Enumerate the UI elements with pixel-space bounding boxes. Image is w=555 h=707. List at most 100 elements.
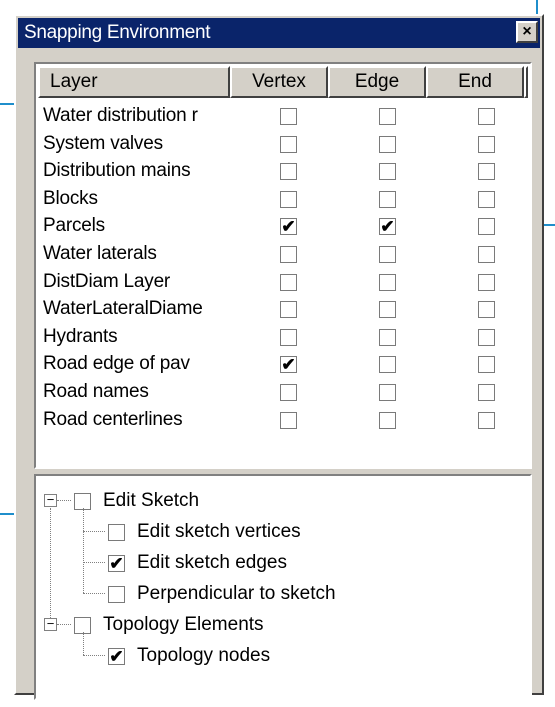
end-checkbox[interactable] xyxy=(478,190,495,208)
tree-connector xyxy=(83,531,105,532)
layer-name: Water distribution r xyxy=(43,105,198,126)
vertex-checkbox[interactable]: ✔ xyxy=(280,218,297,236)
tree-connector xyxy=(83,655,105,656)
vertex-checkbox[interactable] xyxy=(280,108,297,125)
end-checkbox[interactable] xyxy=(478,218,495,236)
table-row: WaterLateralDiame xyxy=(36,297,530,325)
layer-name: Water laterals xyxy=(43,242,157,264)
layer-name: Road edge of pav xyxy=(43,353,190,375)
end-checkbox[interactable] xyxy=(478,163,495,181)
tree-child-checkbox[interactable] xyxy=(108,585,125,603)
layer-name: DistDiam Layer xyxy=(43,270,171,292)
edge-checkbox[interactable] xyxy=(379,356,396,374)
table-row: Blocks xyxy=(36,187,530,215)
edge-checkbox[interactable] xyxy=(379,108,396,125)
table-row: Parcels ✔ ✔ xyxy=(36,214,530,242)
snapping-tree-panel: − Edit Sketch Edit sketch vertices ✔ Edit sk… xyxy=(34,474,532,700)
vertex-checkbox[interactable] xyxy=(280,328,297,346)
tree-connector xyxy=(83,593,105,594)
edge-checkbox[interactable] xyxy=(379,190,396,208)
vertex-checkbox[interactable] xyxy=(280,273,297,291)
end-checkbox[interactable] xyxy=(478,135,495,153)
tree-connector xyxy=(83,632,84,655)
tree-child-label: Edit sketch edges xyxy=(137,552,287,573)
table-row: Road edge of pav ✔ xyxy=(36,352,530,380)
tree-child-node: ✔ Topology nodes xyxy=(108,643,270,669)
end-checkbox[interactable] xyxy=(478,273,495,291)
vertex-checkbox[interactable] xyxy=(280,383,297,401)
edge-checkbox[interactable] xyxy=(379,301,396,319)
expander-toggle-icon[interactable]: − xyxy=(44,493,57,507)
edge-checkbox[interactable] xyxy=(379,411,396,429)
vertex-checkbox[interactable] xyxy=(280,301,297,319)
layer-name: Distribution mains xyxy=(43,160,191,182)
edge-checkbox[interactable] xyxy=(379,383,396,401)
tree-child-node: ✔ Edit sketch edges xyxy=(108,550,287,576)
tree-node-checkbox[interactable] xyxy=(74,492,91,510)
end-checkbox[interactable] xyxy=(478,301,495,319)
tree-node-checkbox[interactable] xyxy=(74,616,91,634)
layer-name: Blocks xyxy=(43,187,98,209)
close-icon: × xyxy=(522,23,532,40)
table-row: DistDiam Layer xyxy=(36,270,530,298)
window-title: Snapping Environment xyxy=(24,22,211,43)
tree-node: Topology Elements xyxy=(74,612,264,638)
column-header-end[interactable]: End xyxy=(426,66,524,98)
edge-checkbox[interactable] xyxy=(379,328,396,346)
edge-checkbox[interactable]: ✔ xyxy=(379,218,396,236)
end-checkbox[interactable] xyxy=(478,245,495,263)
tree-child-label: Topology nodes xyxy=(137,645,271,666)
tree-connector xyxy=(83,508,84,593)
table-row: System valves xyxy=(36,132,530,160)
tree-connector xyxy=(57,624,71,625)
column-header-filler xyxy=(524,66,528,98)
layer-name: Hydrants xyxy=(43,325,118,347)
column-header-vertex[interactable]: Vertex xyxy=(230,66,328,98)
end-checkbox[interactable] xyxy=(478,328,495,346)
end-checkbox[interactable] xyxy=(478,108,495,125)
tree-child-checkbox[interactable] xyxy=(108,523,125,541)
tree-connector xyxy=(50,508,51,618)
vertex-checkbox[interactable] xyxy=(280,245,297,263)
tree-child-node: Edit sketch vertices xyxy=(108,519,301,545)
vertex-checkbox[interactable] xyxy=(280,163,297,181)
tree-child-node: Perpendicular to sketch xyxy=(108,581,336,607)
edge-checkbox[interactable] xyxy=(379,135,396,153)
tree-node: Edit Sketch xyxy=(74,488,199,514)
table-row: Road centerlines xyxy=(36,408,530,436)
tree-child-checkbox[interactable]: ✔ xyxy=(108,647,125,665)
close-button[interactable]: × xyxy=(516,21,538,43)
layer-name: Road centerlines xyxy=(43,408,183,430)
edge-checkbox[interactable] xyxy=(379,273,396,291)
layers-snapping-table: Layer Vertex Edge End Water distribution… xyxy=(34,62,532,469)
vertex-checkbox[interactable]: ✔ xyxy=(280,356,297,374)
tree-connector xyxy=(57,500,71,501)
tree-child-label: Perpendicular to sketch xyxy=(137,583,336,604)
edge-checkbox[interactable] xyxy=(379,245,396,263)
table-row: Hydrants xyxy=(36,325,530,353)
end-checkbox[interactable] xyxy=(478,383,495,401)
layer-name: Road names xyxy=(43,380,149,402)
layer-name: Parcels xyxy=(43,215,105,237)
tree-node-label: Edit Sketch xyxy=(103,490,200,511)
column-header-edge[interactable]: Edge xyxy=(328,66,426,98)
snapping-environment-window: Snapping Environment × Layer Vertex Edge… xyxy=(14,14,544,700)
expander-toggle-icon[interactable]: − xyxy=(44,617,57,631)
vertex-checkbox[interactable] xyxy=(280,411,297,429)
layer-name: WaterLateralDiame xyxy=(43,298,203,320)
snapping-tree: − Edit Sketch Edit sketch vertices ✔ Edit sk… xyxy=(36,476,530,698)
column-header-layer[interactable]: Layer xyxy=(38,66,230,98)
tree-connector xyxy=(83,562,105,563)
table-row: Water distribution r xyxy=(36,104,530,132)
tree-node-label: Topology Elements xyxy=(103,614,264,635)
table-row: Road names xyxy=(36,380,530,408)
titlebar: Snapping Environment × xyxy=(18,18,540,48)
end-checkbox[interactable] xyxy=(478,356,495,374)
table-row: Water laterals xyxy=(36,242,530,270)
tree-child-checkbox[interactable]: ✔ xyxy=(108,554,125,572)
end-checkbox[interactable] xyxy=(478,411,495,429)
edge-checkbox[interactable] xyxy=(379,163,396,181)
table-header: Layer Vertex Edge End xyxy=(38,66,528,98)
vertex-checkbox[interactable] xyxy=(280,190,297,208)
vertex-checkbox[interactable] xyxy=(280,135,297,153)
